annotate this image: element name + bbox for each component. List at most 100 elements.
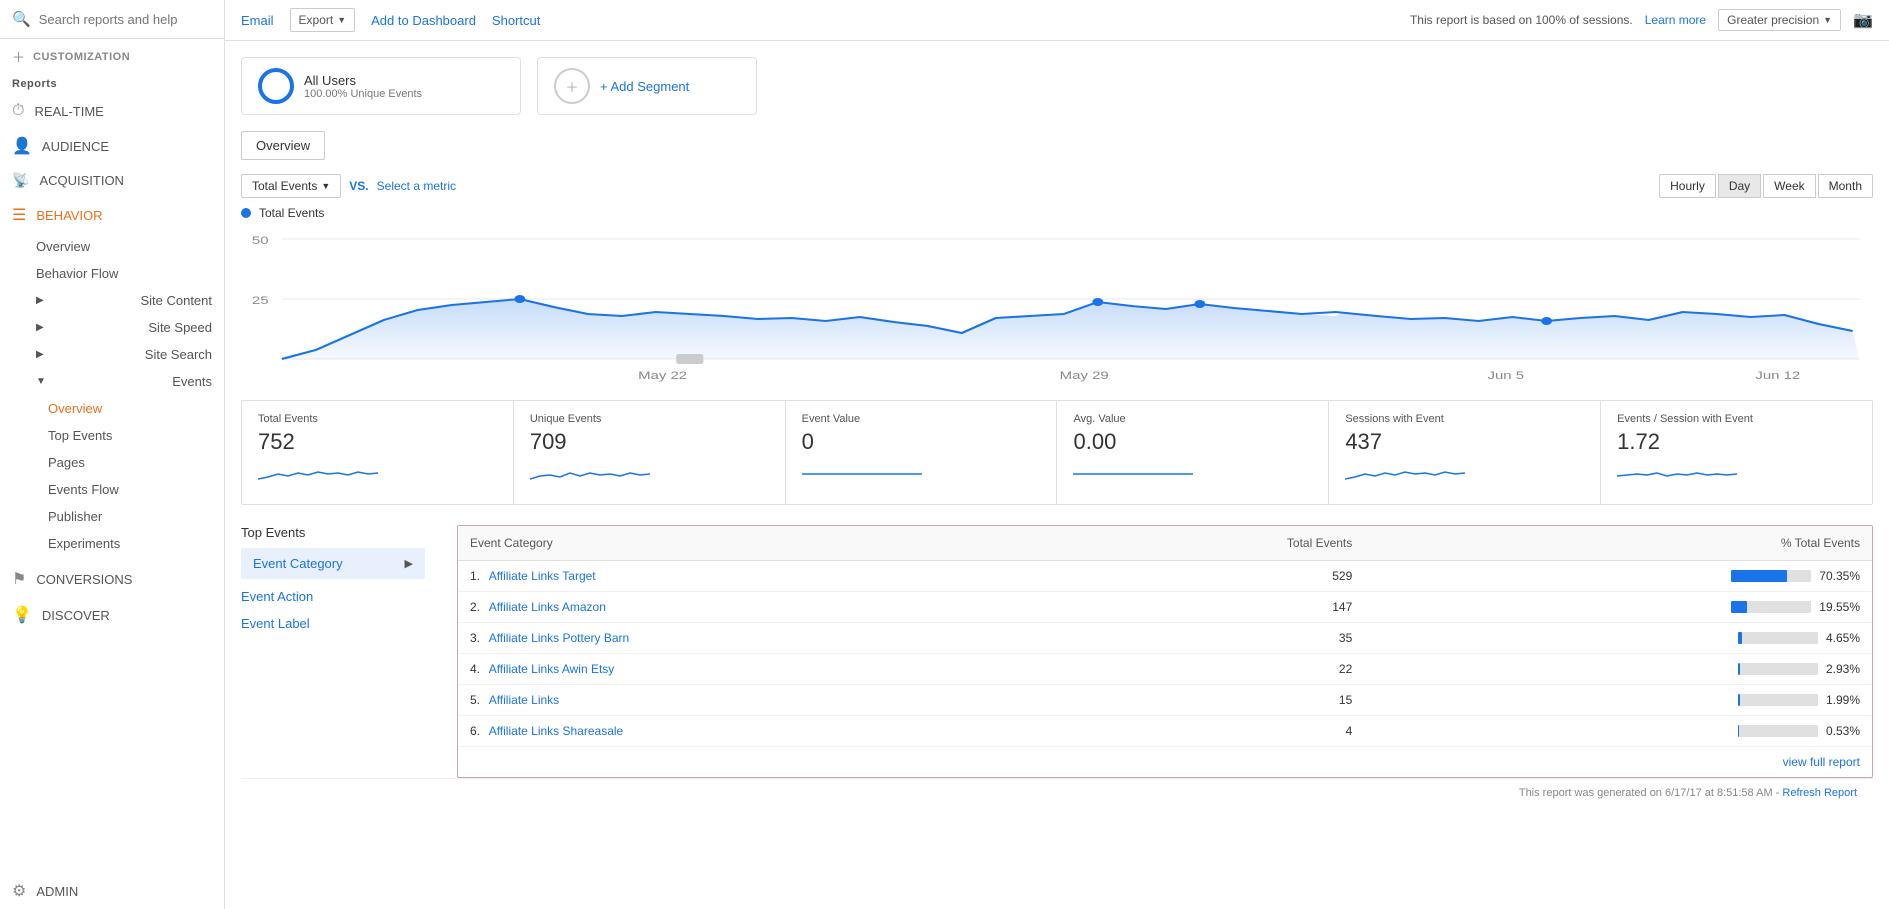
cell-value: 22	[1067, 654, 1364, 685]
shortcut-button[interactable]: Shortcut	[492, 13, 540, 28]
add-segment-pill[interactable]: ＋ + Add Segment	[537, 57, 757, 115]
sidebar-item-experiments[interactable]: Experiments	[48, 530, 224, 557]
week-btn[interactable]: Week	[1763, 174, 1815, 198]
sidebar-item-pages[interactable]: Pages	[48, 449, 224, 476]
sidebar-item-overview[interactable]: Overview	[36, 233, 224, 260]
event-category-link[interactable]: Event Category ▶	[241, 548, 425, 579]
precision-label: Greater precision	[1727, 13, 1819, 27]
search-bar[interactable]: 🔍	[0, 0, 224, 39]
top-events-panel: Top Events Event Category ▶ Event Action…	[241, 525, 441, 778]
camera-icon[interactable]: 📷	[1853, 10, 1873, 30]
realtime-icon: ⏱	[12, 102, 24, 120]
bar-cell: 2.93%	[1376, 662, 1860, 676]
bar-fill	[1731, 570, 1787, 582]
pct-text: 2.93%	[1826, 662, 1860, 676]
segments-row: All Users 100.00% Unique Events ＋ + Add …	[241, 57, 1873, 115]
metric-selector: Total Events ▼ VS. Select a metric	[241, 174, 456, 198]
sidebar-item-conversions[interactable]: ⚑ CONVERSIONS	[0, 561, 224, 597]
refresh-report-link[interactable]: Refresh Report	[1782, 787, 1857, 799]
sidebar-item-events-flow[interactable]: Events Flow	[48, 476, 224, 503]
event-name-link[interactable]: Affiliate Links Target	[489, 569, 596, 583]
admin-icon: ⚙	[12, 881, 26, 901]
sidebar-item-site-speed[interactable]: ▶ Site Speed	[36, 314, 224, 341]
month-btn[interactable]: Month	[1818, 174, 1873, 198]
event-category-label: Event Category	[253, 556, 343, 571]
event-action-link[interactable]: Event Action	[241, 583, 425, 610]
total-events-metric-btn[interactable]: Total Events ▼	[241, 174, 341, 198]
pct-text: 70.35%	[1819, 569, 1860, 583]
metric-total-events-value: 752	[258, 429, 497, 455]
col-pct: % Total Events	[1364, 526, 1872, 561]
bar-fill	[1731, 601, 1747, 613]
admin-label: ADMIN	[36, 884, 78, 899]
add-dashboard-button[interactable]: Add to Dashboard	[371, 13, 476, 28]
email-button[interactable]: Email	[241, 13, 274, 28]
select-metric-link[interactable]: Select a metric	[377, 179, 456, 193]
sidebar-item-events[interactable]: ▼ Events	[36, 368, 224, 395]
chart-dot	[1541, 317, 1552, 325]
sidebar-item-events-overview[interactable]: Overview	[48, 395, 224, 422]
expand-icon: ▶	[36, 295, 44, 306]
day-btn[interactable]: Day	[1718, 174, 1761, 198]
expand-icon-events: ▼	[36, 376, 46, 387]
table-row: 4. Affiliate Links Awin Etsy 22 2.93%	[458, 654, 1872, 685]
sidebar-item-behavior-flow[interactable]: Behavior Flow	[36, 260, 224, 287]
hourly-btn[interactable]: Hourly	[1659, 174, 1716, 198]
sparkline-events-session	[1617, 459, 1737, 489]
event-name-link[interactable]: Affiliate Links Amazon	[489, 600, 606, 614]
bar-bg	[1731, 570, 1811, 582]
learn-more-link[interactable]: Learn more	[1645, 13, 1706, 27]
topbar-right: This report is based on 100% of sessions…	[1410, 9, 1873, 31]
sidebar-item-audience[interactable]: 👤 AUDIENCE	[0, 128, 224, 164]
event-name-link[interactable]: Affiliate Links Pottery Barn	[489, 631, 630, 645]
bar-bg	[1738, 725, 1818, 737]
event-label-link[interactable]: Event Label	[241, 610, 425, 637]
cell-rank-name: 1. Affiliate Links Target	[458, 561, 1067, 592]
acquisition-icon: 📡	[12, 172, 29, 189]
cell-rank-name: 2. Affiliate Links Amazon	[458, 592, 1067, 623]
bar-bg	[1738, 694, 1818, 706]
expand-icon-search: ▶	[36, 349, 44, 360]
audience-icon: 👤	[12, 136, 32, 156]
add-segment-circle: ＋	[554, 68, 590, 104]
cell-rank-name: 4. Affiliate Links Awin Etsy	[458, 654, 1067, 685]
event-name-link[interactable]: Affiliate Links Awin Etsy	[489, 662, 615, 676]
event-name-link[interactable]: Affiliate Links Shareasale	[489, 724, 624, 738]
greater-precision-dropdown[interactable]: Greater precision ▼	[1718, 9, 1841, 31]
export-button[interactable]: Export ▼	[290, 8, 356, 32]
overview-tab[interactable]: Overview	[241, 131, 325, 160]
event-name-link[interactable]: Affiliate Links	[489, 693, 559, 707]
sparkline-unique	[530, 459, 650, 489]
chevron-right-icon: ▶	[405, 557, 413, 570]
sidebar-item-behavior[interactable]: ☰ BEHAVIOR	[0, 197, 224, 233]
sidebar-item-discover[interactable]: 💡 DISCOVER	[0, 597, 224, 633]
metric-events-session-value: 1.72	[1617, 429, 1856, 455]
svg-text:Jun 5: Jun 5	[1488, 369, 1525, 382]
sparkline-sessions	[1345, 459, 1465, 489]
view-full-report-link[interactable]: view full report	[458, 746, 1872, 777]
cell-rank-name: 3. Affiliate Links Pottery Barn	[458, 623, 1067, 654]
footer-text: This report was generated on 6/17/17 at …	[1519, 787, 1780, 799]
sidebar-item-top-events[interactable]: Top Events	[48, 422, 224, 449]
sidebar-item-site-search[interactable]: ▶ Site Search	[36, 341, 224, 368]
sidebar-item-realtime[interactable]: ⏱ REAL-TIME	[0, 94, 224, 128]
customization-section[interactable]: ＋ CUSTOMIZATION	[0, 39, 224, 70]
metric-total-events-label: Total Events	[258, 413, 497, 425]
metric-avg-value: Avg. Value 0.00	[1057, 401, 1329, 504]
cell-rank-name: 6. Affiliate Links Shareasale	[458, 716, 1067, 747]
precision-note: This report is based on 100% of sessions…	[1410, 13, 1633, 27]
top-events-title: Top Events	[241, 525, 425, 540]
sidebar-item-publisher[interactable]: Publisher	[48, 503, 224, 530]
metric-value-label: Event Value	[802, 413, 1041, 425]
cell-pct: 1.99%	[1364, 685, 1872, 716]
sidebar-item-acquisition[interactable]: 📡 ACQUISITION	[0, 164, 224, 197]
chart-dot	[1194, 300, 1205, 308]
bar-bg	[1738, 663, 1818, 675]
search-input[interactable]	[39, 12, 212, 27]
behavior-icon: ☰	[12, 205, 26, 225]
audience-label: AUDIENCE	[42, 139, 109, 154]
sidebar-item-site-content[interactable]: ▶ Site Content	[36, 287, 224, 314]
footer: This report was generated on 6/17/17 at …	[241, 778, 1873, 807]
sidebar-item-admin[interactable]: ⚙ ADMIN	[0, 873, 224, 909]
bar-cell: 4.65%	[1376, 631, 1860, 645]
